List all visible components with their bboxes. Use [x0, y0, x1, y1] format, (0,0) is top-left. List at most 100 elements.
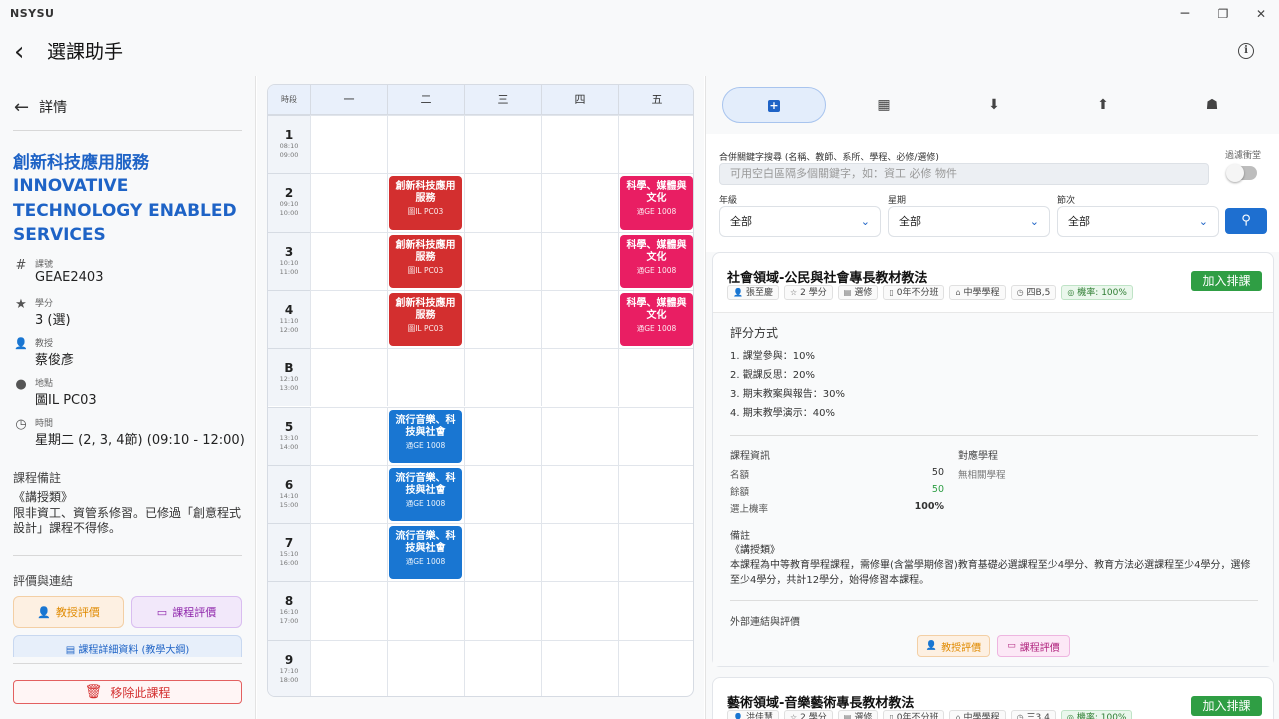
course-block[interactable]: 流行音樂、科技與社會 通GE 1008	[389, 526, 462, 580]
timetable-cell[interactable]	[541, 464, 618, 524]
timetable-cell[interactable]	[464, 231, 541, 290]
course-block[interactable]: 創新科技應用服務 圖IL PC03	[389, 176, 462, 230]
timetable-cell[interactable]	[618, 348, 693, 407]
timetable-cell[interactable]	[464, 581, 541, 640]
detail-header[interactable]: ← 詳情	[14, 96, 67, 118]
course-block[interactable]: 創新科技應用服務 圖IL PC03	[389, 292, 462, 347]
search-button[interactable]: ⚲	[1225, 208, 1267, 234]
chat-icon: ▭	[156, 605, 168, 619]
period-corner: 時段	[281, 95, 297, 104]
timetable-cell[interactable]	[310, 289, 387, 349]
course-block[interactable]: 流行音樂、科技與社會 通GE 1008	[389, 467, 462, 522]
course-block[interactable]: 創新科技應用服務 圖IL PC03	[389, 234, 462, 288]
period-number: B	[284, 361, 294, 376]
tab-add-course[interactable]: +	[722, 87, 826, 123]
timetable-cell[interactable]	[541, 639, 618, 696]
timetable-cell[interactable]	[387, 348, 464, 407]
timetable-cell[interactable]	[310, 348, 387, 407]
course-block[interactable]: 科學、媒體與文化 通GE 1008	[620, 292, 693, 347]
course-result-card[interactable]: 藝術領域-音樂藝術專長教材教法 加入排課 👤 洪佳慧 ☆ 2 學分 ▤ 選修 ▯ 0年不分班 ⌂…	[712, 677, 1274, 719]
timetable-cell[interactable]	[310, 464, 387, 524]
timetable-cell[interactable]	[618, 406, 693, 465]
course-result-card[interactable]: 社會領域-公民與社會專長教材教法 加入排課 👤 張至慶 ☆ 2 學分 ▤ 選修 ▯ 0年不分班…	[712, 252, 1274, 667]
timetable-header: 時段 一二三四五	[268, 85, 693, 115]
timetable-cell[interactable]	[464, 639, 541, 696]
chip-text: 中學學程	[963, 288, 1000, 298]
timetable-cell[interactable]	[618, 464, 693, 524]
remaining-value: 50	[931, 484, 944, 495]
timetable-cell[interactable]	[310, 115, 387, 174]
course-rating-button[interactable]: ▭ 課程評價	[997, 635, 1070, 657]
timetable-cell[interactable]	[541, 406, 618, 465]
period-select[interactable]: 全部 ⌄	[1057, 206, 1219, 237]
timetable-cell[interactable]	[310, 523, 387, 582]
timetable-cell[interactable]	[387, 639, 464, 696]
course-note: 《講授類》 本課程為中等教育學程課程，需修畢(含當學期修習)教育基礎必選課程至少…	[730, 545, 1251, 586]
timetable-cell[interactable]	[541, 581, 618, 640]
info-icon[interactable]: i	[1238, 43, 1254, 59]
timetable-cell[interactable]	[310, 406, 387, 465]
timetable-cell[interactable]	[541, 289, 618, 349]
timetable-cell[interactable]	[541, 115, 618, 174]
timetable-cell[interactable]	[541, 348, 618, 407]
period-time: 16:00	[279, 559, 299, 568]
back-icon[interactable]: ‹	[14, 39, 24, 65]
professor-rating-button[interactable]: 👤 教授評價	[13, 596, 124, 628]
timetable-cell[interactable]	[387, 581, 464, 640]
arrow-left-icon[interactable]: ←	[14, 97, 29, 118]
minimize-icon[interactable]: ─	[1173, 4, 1197, 24]
timetable-cell[interactable]	[464, 523, 541, 582]
keyword-search-input[interactable]: 可用空白區隔多個關鍵字，如：資工 必修 物件	[719, 163, 1209, 185]
timetable-cell[interactable]	[464, 173, 541, 232]
course-rating-button[interactable]: ▭ 課程評價	[131, 596, 242, 628]
search-panel: + ▦ ⬇ ⬆ ☗ 合併關鍵字搜尋 (名稱、教師、系所、學程、必修/選修) 可用…	[705, 76, 1279, 719]
add-to-schedule-button[interactable]: 加入排課	[1191, 696, 1262, 716]
add-to-schedule-button[interactable]: 加入排課	[1191, 271, 1262, 291]
timetable-cell[interactable]	[464, 289, 541, 349]
timetable-cell[interactable]	[310, 173, 387, 232]
course-block[interactable]: 流行音樂、科技與社會 通GE 1008	[389, 409, 462, 463]
tab-assistant[interactable]: ☗	[1182, 87, 1242, 123]
timetable-cell[interactable]	[310, 639, 387, 696]
timetable-cell[interactable]	[464, 115, 541, 174]
upload-icon: ⬆	[1097, 97, 1109, 113]
time-chip: ◷ 四B,5	[1010, 285, 1057, 300]
timetable-cell[interactable]	[387, 115, 464, 174]
close-icon[interactable]: ✕	[1249, 4, 1273, 24]
timetable-cell[interactable]	[618, 581, 693, 640]
remove-course-button[interactable]: 🗑 移除此課程	[13, 680, 242, 704]
notes-title: 課程備註	[13, 471, 62, 485]
day-header: 四	[541, 85, 618, 115]
period-number: 2	[284, 186, 294, 201]
timetable-cell[interactable]	[464, 464, 541, 524]
filter-conflict-toggle[interactable]	[1226, 164, 1257, 182]
timetable-cell[interactable]	[541, 173, 618, 232]
chip-text: 0年不分班	[896, 288, 939, 298]
tab-schedule[interactable]: ▦	[854, 87, 914, 123]
course-block[interactable]: 科學、媒體與文化 通GE 1008	[620, 234, 693, 288]
timetable-cell[interactable]	[464, 348, 541, 407]
maximize-icon[interactable]: ❐	[1211, 4, 1235, 24]
weekday-select[interactable]: 全部 ⌄	[888, 206, 1050, 237]
period-number: 6	[284, 477, 294, 492]
timetable-cell[interactable]	[310, 581, 387, 640]
course-block[interactable]: 科學、媒體與文化 通GE 1008	[620, 176, 693, 230]
timetable-cell[interactable]	[310, 231, 387, 290]
timetable-cell[interactable]	[618, 115, 693, 174]
document-icon: ▤	[65, 645, 76, 656]
timetable-cell[interactable]	[541, 231, 618, 290]
period-time: 13:10	[279, 433, 299, 442]
timetable-cell[interactable]	[618, 639, 693, 696]
download-icon: ⬇	[988, 97, 1000, 113]
course-name-zh: 創新科技應用服務	[13, 153, 149, 173]
professor-rating-button[interactable]: 👤 教授評價	[917, 635, 990, 657]
syllabus-button[interactable]: ▤ 課程詳細資料 (教學大綱)	[13, 635, 242, 657]
tab-upload[interactable]: ⬆	[1073, 87, 1133, 123]
grading-item: 2. 觀課反思：20%	[730, 370, 815, 381]
grade-select[interactable]: 全部 ⌄	[719, 206, 881, 237]
timetable-cell[interactable]	[618, 523, 693, 582]
timetable-cell[interactable]	[464, 406, 541, 465]
timetable-cell[interactable]	[541, 523, 618, 582]
tab-download[interactable]: ⬇	[964, 87, 1024, 123]
period-time: 15:10	[279, 550, 299, 559]
